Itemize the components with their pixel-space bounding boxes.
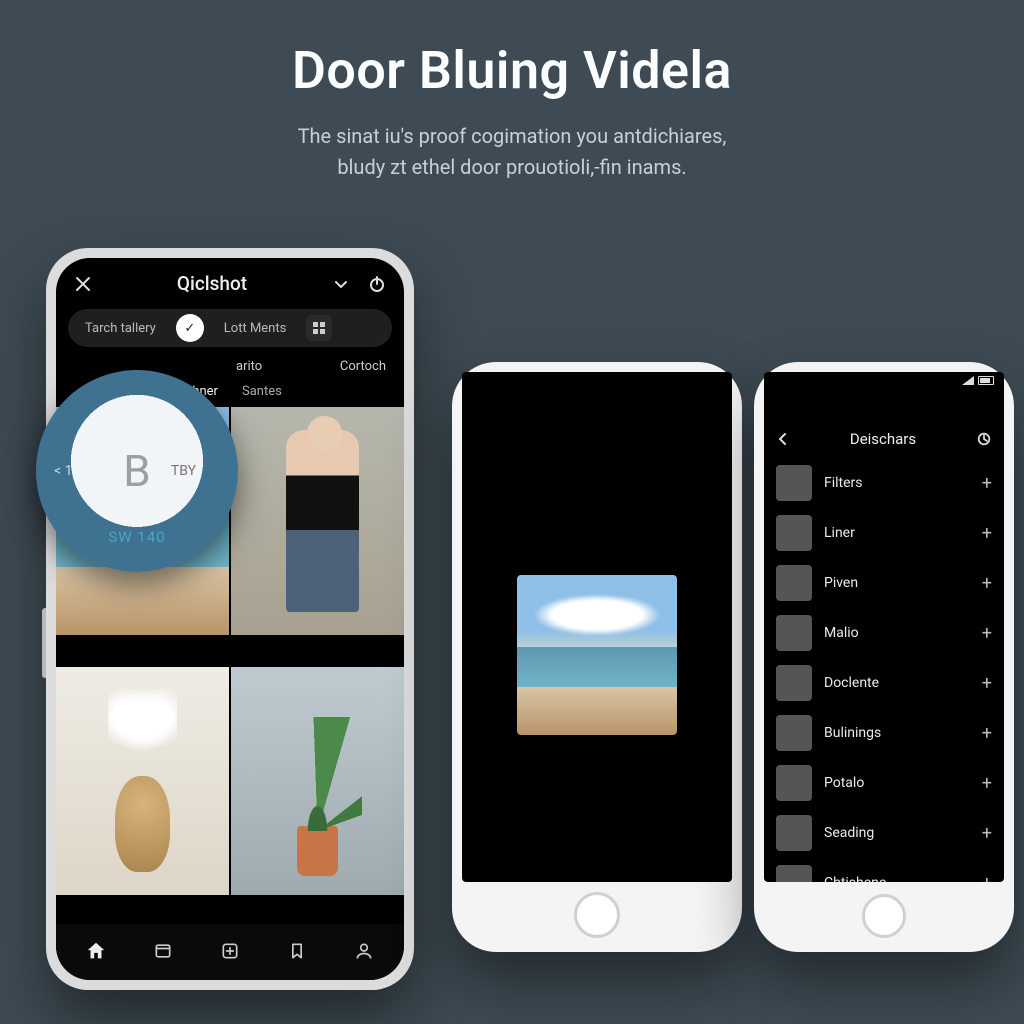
- filter-row[interactable]: Seading +: [764, 808, 1004, 858]
- add-filter-icon[interactable]: +: [982, 473, 992, 494]
- filter-row[interactable]: Filters +: [764, 458, 1004, 508]
- filter-label: Liner: [824, 525, 855, 541]
- filter-row[interactable]: Bulinings +: [764, 708, 1004, 758]
- filters-top-bar: Deischars: [764, 424, 1004, 458]
- filter-label: Seading: [824, 825, 874, 841]
- filter-label: Piven: [824, 575, 858, 591]
- filter-row[interactable]: Piven +: [764, 558, 1004, 608]
- add-filter-icon[interactable]: +: [982, 873, 992, 883]
- filter-row[interactable]: Malio +: [764, 608, 1004, 658]
- add-filter-icon[interactable]: +: [982, 773, 992, 794]
- bottom-nav: [56, 924, 404, 980]
- battery-icon: [978, 376, 994, 385]
- dial-letter: B: [123, 445, 150, 497]
- filter-thumb: [776, 815, 812, 851]
- phone-preview: [452, 362, 742, 952]
- filter-row[interactable]: Doclente +: [764, 658, 1004, 708]
- dial-overlay[interactable]: B < 1 TBY SW 140: [36, 370, 238, 572]
- filter-label: Filters: [824, 475, 863, 491]
- filter-thumb: [776, 715, 812, 751]
- phone-preview-screen: [462, 372, 732, 882]
- filter-chip-bar: Tarch tallery ✓ Lott Ments: [68, 309, 392, 347]
- nav-add-icon[interactable]: [217, 938, 243, 964]
- add-filter-icon[interactable]: +: [982, 623, 992, 644]
- filter-thumb: [776, 465, 812, 501]
- chip-ments[interactable]: Lott Ments: [212, 315, 299, 342]
- filter-label: Chtishene: [824, 875, 886, 882]
- dial-prev-label[interactable]: < 1: [54, 463, 72, 479]
- photo-cell-portrait[interactable]: [231, 407, 404, 635]
- phone-gallery-screen: Qiclshot Tarch tallery ✓ Lott Ments arit…: [56, 258, 404, 980]
- chevron-down-icon[interactable]: [330, 273, 352, 295]
- filter-thumb: [776, 515, 812, 551]
- filter-row[interactable]: Potalo +: [764, 758, 1004, 808]
- history-icon[interactable]: [976, 431, 992, 447]
- chip-gallery[interactable]: Tarch tallery: [73, 315, 168, 342]
- back-icon[interactable]: [776, 432, 790, 446]
- filters-list[interactable]: Filters+Liner+Piven+Malio+Doclente+Bulin…: [764, 458, 1004, 882]
- chip-active-toggle[interactable]: ✓: [176, 314, 204, 342]
- chip-grid-icon[interactable]: [306, 315, 332, 341]
- photo-cell-plant[interactable]: [231, 667, 404, 895]
- nav-bookmark-icon[interactable]: [284, 938, 310, 964]
- filter-thumb: [776, 865, 812, 882]
- app-top-bar: Qiclshot: [56, 258, 404, 303]
- status-bar: [764, 372, 1004, 385]
- signal-icon: [962, 376, 974, 385]
- filter-label: Bulinings: [824, 725, 881, 741]
- sub-label-right[interactable]: Cortoch: [340, 359, 386, 374]
- power-icon[interactable]: [366, 273, 388, 295]
- photo-cell-flowers[interactable]: [56, 667, 229, 895]
- nav-profile-icon[interactable]: [351, 938, 377, 964]
- dial-bottom-label: SW 140: [108, 528, 165, 546]
- preview-canvas[interactable]: [462, 428, 732, 882]
- filter-row[interactable]: Chtishene +: [764, 858, 1004, 882]
- filter-label: Potalo: [824, 775, 864, 791]
- tab-santes[interactable]: Santes: [242, 384, 282, 399]
- filter-label: Malio: [824, 625, 859, 641]
- add-filter-icon[interactable]: +: [982, 673, 992, 694]
- filter-row[interactable]: Liner +: [764, 508, 1004, 558]
- home-button[interactable]: [862, 894, 906, 938]
- add-filter-icon[interactable]: +: [982, 523, 992, 544]
- add-filter-icon[interactable]: +: [982, 573, 992, 594]
- preview-image[interactable]: [517, 575, 677, 735]
- nav-home-icon[interactable]: [83, 938, 109, 964]
- app-title: Qiclshot: [94, 272, 330, 295]
- home-button[interactable]: [574, 892, 620, 938]
- phone-filters: Deischars Filters+Liner+Piven+Malio+Docl…: [754, 362, 1014, 952]
- hero: Door Bluing Videla The sinat iu's proof …: [0, 40, 1024, 183]
- filters-title: Deischars: [850, 430, 916, 448]
- phone-filters-screen: Deischars Filters+Liner+Piven+Malio+Docl…: [764, 372, 1004, 882]
- hero-title: Door Bluing Videla: [0, 40, 1024, 101]
- phone-gallery: Qiclshot Tarch tallery ✓ Lott Ments arit…: [46, 248, 414, 990]
- nav-library-icon[interactable]: [150, 938, 176, 964]
- dial-right-label: TBY: [171, 463, 196, 479]
- add-filter-icon[interactable]: +: [982, 723, 992, 744]
- filter-thumb: [776, 665, 812, 701]
- add-filter-icon[interactable]: +: [982, 823, 992, 844]
- close-icon[interactable]: [72, 273, 94, 295]
- filter-thumb: [776, 565, 812, 601]
- hero-subtitle: The sinat iu's proof cogimation you antd…: [0, 121, 1024, 183]
- filter-thumb: [776, 615, 812, 651]
- filter-thumb: [776, 765, 812, 801]
- filter-label: Doclente: [824, 675, 879, 691]
